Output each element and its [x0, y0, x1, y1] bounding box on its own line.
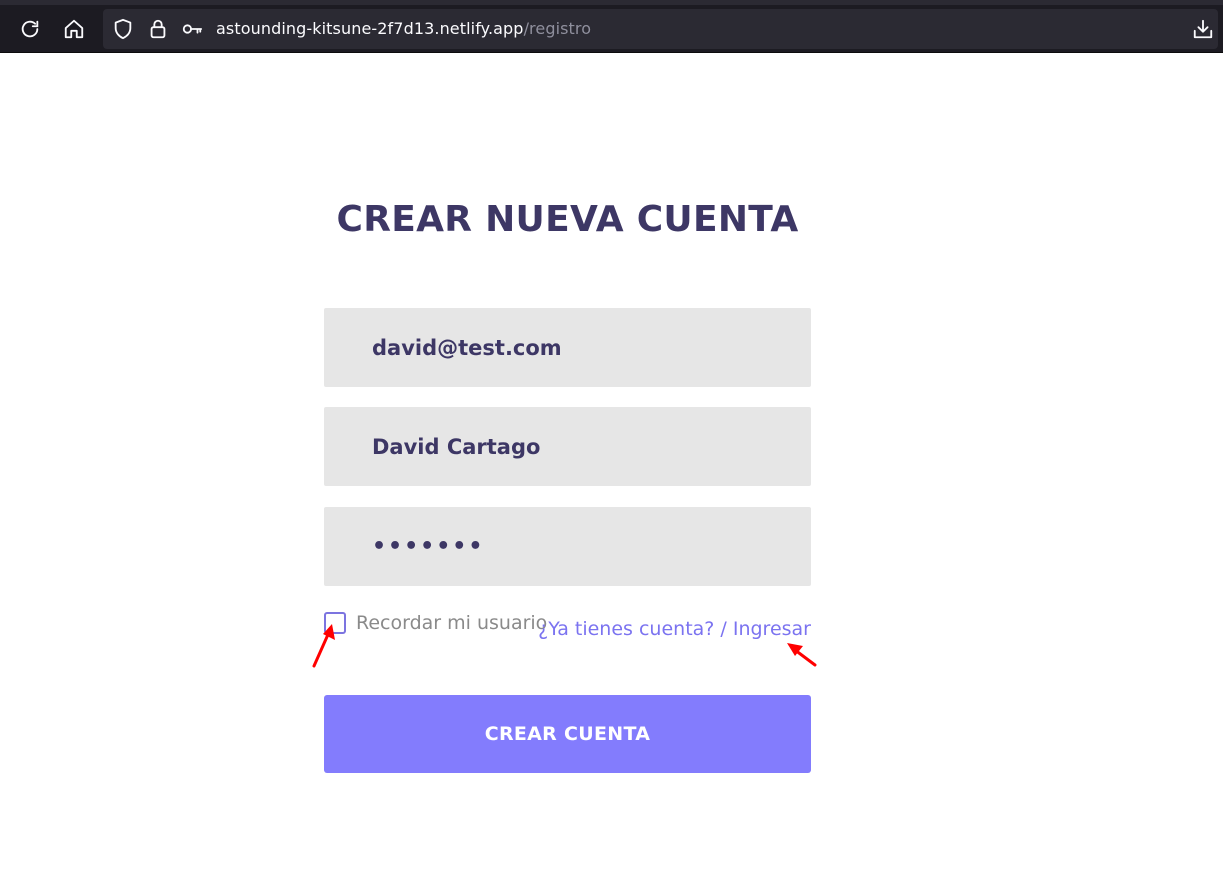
- page-title: CREAR NUEVA CUENTA: [336, 199, 799, 240]
- address-bar[interactable]: astounding-kitsune-2f7d13.netlify.app/re…: [103, 9, 1218, 49]
- shield-icon[interactable]: [112, 18, 134, 40]
- lock-icon[interactable]: [147, 18, 169, 40]
- remember-label: Recordar mi usuario: [356, 612, 548, 634]
- url-path: /registro: [523, 19, 592, 38]
- annotation-arrow-link: [787, 643, 817, 667]
- reload-icon: [21, 20, 39, 38]
- name-field[interactable]: [324, 407, 811, 486]
- browser-toolbar: astounding-kitsune-2f7d13.netlify.app/re…: [0, 0, 1223, 53]
- password-field[interactable]: [324, 507, 811, 586]
- email-field[interactable]: [324, 308, 811, 387]
- create-account-button[interactable]: CREAR CUENTA: [324, 695, 811, 773]
- url-text: astounding-kitsune-2f7d13.netlify.app/re…: [216, 19, 591, 38]
- remember-user-option[interactable]: Recordar mi usuario: [324, 610, 547, 636]
- key-icon[interactable]: [181, 18, 203, 40]
- login-link[interactable]: ¿Ya tienes cuenta? / Ingresar: [538, 618, 811, 640]
- download-icon[interactable]: [1192, 18, 1214, 40]
- home-button[interactable]: [59, 14, 89, 44]
- url-host: astounding-kitsune-2f7d13.netlify.app: [216, 19, 524, 38]
- reload-button[interactable]: [15, 14, 45, 44]
- home-icon: [64, 19, 84, 39]
- annotation-arrow-checkbox: [312, 624, 335, 668]
